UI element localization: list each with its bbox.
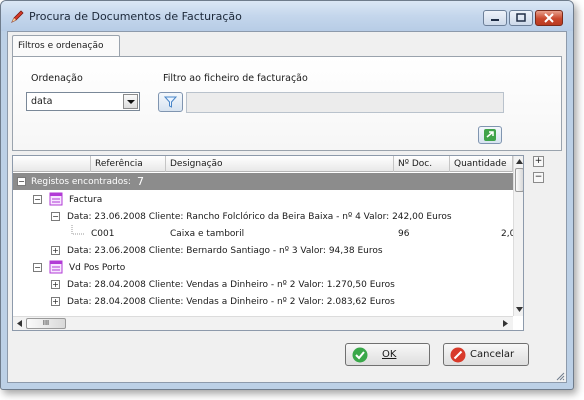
column-header-quantity[interactable]: Quantidade [450,156,513,172]
document-type-icon [49,260,63,274]
dialog-window: Procura de Documentos de Facturação Filt… [0,0,574,390]
ordering-label: Ordenação [31,73,83,84]
cancel-button[interactable]: Cancelar [443,343,529,366]
cell-reference: C001 [91,229,115,239]
window-title: Procura de Documentos de Facturação [29,10,242,23]
filter-button[interactable] [158,92,183,112]
collapse-all-button[interactable]: − [533,172,544,183]
tree-row[interactable]: − Factura [13,191,513,208]
close-button[interactable] [535,10,563,26]
scroll-up-icon[interactable] [516,159,523,164]
tree-row-label: Data: 28.04.2008 Cliente: Vendas a Dinhe… [67,297,395,307]
horizontal-scroll-thumb[interactable]: III [26,318,66,329]
group-label: Registos encontrados: [31,177,131,187]
group-row-results[interactable]: − Registos encontrados: 7 [13,173,513,190]
tree-row[interactable]: + Data: 28.04.2008 Cliente: Vendas a Din… [13,276,513,293]
tree-connector [71,225,85,235]
title-bar[interactable]: Procura de Documentos de Facturação [1,1,573,31]
cancel-label: Cancelar [470,349,515,360]
vertical-scroll-thumb[interactable] [515,168,523,192]
maximize-icon [516,13,526,22]
resize-grip-icon[interactable] [555,371,565,381]
scroll-right-icon[interactable] [503,320,508,327]
cell-doc-number: 96 [398,229,410,239]
expand-all-button[interactable]: + [533,156,544,167]
file-filter-label: Filtro ao ficheiro de facturação [163,73,308,84]
expand-icon[interactable]: + [51,297,60,306]
minimize-icon [491,19,499,21]
tree-row-label: Vd Pos Porto [69,263,126,273]
ok-label: OK [382,349,397,360]
cancel-icon [450,347,466,363]
file-filter-input[interactable] [186,92,504,113]
ordering-value: data [31,96,53,107]
vertical-scrollbar[interactable] [513,156,523,316]
expand-icon[interactable]: + [51,246,60,255]
tree-row[interactable]: + Data: 23.06.2008 Cliente: Bernardo San… [13,242,513,259]
dialog-body: Filtros e ordenação Ordenação Filtro ao … [7,31,567,383]
group-count: 7 [137,175,144,188]
tree-row[interactable]: − Vd Pos Porto [13,259,513,276]
document-type-icon [49,192,63,206]
grid-header: Referência Designação Nº Doc. Quantidade [13,156,523,172]
tab-filters[interactable]: Filtros e ordenação [12,35,120,57]
ordering-select[interactable]: data [26,92,140,111]
results-grid[interactable]: Referência Designação Nº Doc. Quantidade… [12,155,524,331]
funnel-icon [163,96,178,108]
ok-button[interactable]: OK [345,343,430,366]
apply-filter-button[interactable] [478,126,502,144]
collapse-icon[interactable]: − [33,263,42,272]
pencil-icon [11,10,24,23]
scroll-left-icon[interactable] [17,320,22,327]
collapse-icon[interactable]: − [33,195,42,204]
tree-row-label: Data: 23.06.2008 Cliente: Rancho Folclór… [67,212,452,222]
column-header-doc-number[interactable]: Nº Doc. [394,156,450,172]
minimize-button[interactable] [483,10,507,26]
table-row[interactable]: C001 Caixa e tamboril 96 2,0 [13,225,515,242]
close-icon [544,13,554,23]
tree-row[interactable]: − Data: 23.06.2008 Cliente: Rancho Folcl… [13,208,513,225]
horizontal-scrollbar[interactable]: III [13,316,513,330]
chevron-down-icon[interactable] [123,94,138,109]
maximize-button[interactable] [509,10,533,26]
refresh-icon [484,129,496,141]
header-spacer [13,156,91,172]
expand-icon[interactable]: + [51,280,60,289]
scroll-down-icon[interactable] [516,307,523,312]
check-icon [352,347,368,363]
column-header-reference[interactable]: Referência [91,156,166,172]
collapse-icon[interactable]: − [51,212,60,221]
tree-row-label: Factura [69,195,103,205]
tree-row[interactable]: + Data: 28.04.2008 Cliente: Vendas a Din… [13,293,513,310]
tree-row-label: Data: 28.04.2008 Cliente: Vendas a Dinhe… [67,280,395,290]
tree-row-label: Data: 23.06.2008 Cliente: Bernardo Santi… [67,246,383,256]
collapse-icon[interactable]: − [17,177,26,186]
column-header-designation[interactable]: Designação [166,156,394,172]
cell-designation: Caixa e tamboril [170,229,245,239]
